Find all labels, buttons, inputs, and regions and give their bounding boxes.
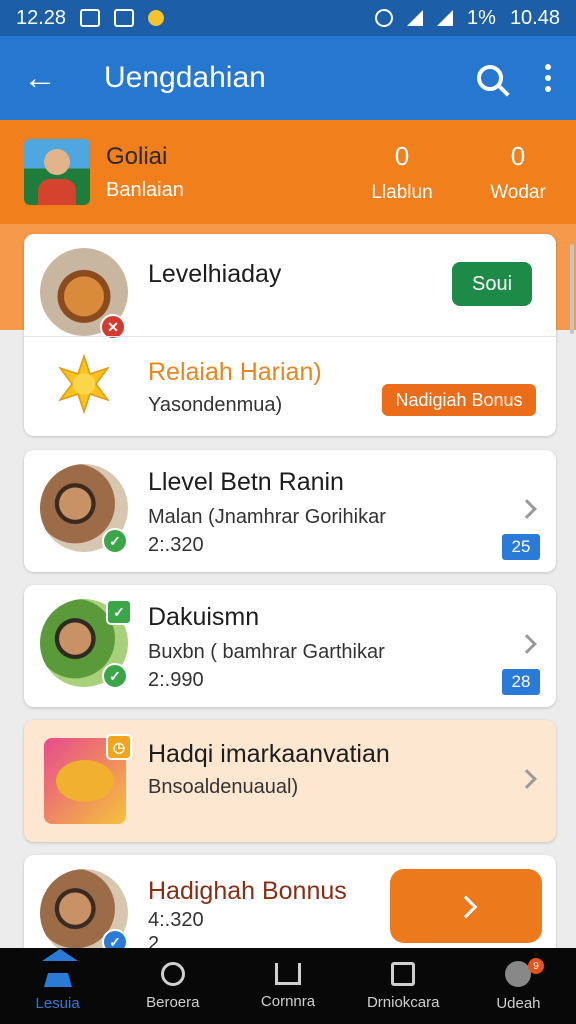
stat-label: Wodar (490, 181, 546, 203)
back-button[interactable]: ← (0, 36, 80, 120)
status-left: 12.28 (16, 6, 165, 30)
profile-header: Goliai Banlaian 0 Llablun 0 Wodar (0, 120, 576, 224)
stat-value: 0 (510, 140, 526, 171)
image-icon (114, 9, 135, 27)
battery-level: 1% (467, 6, 496, 29)
nav-item-home[interactable]: Lesuia (0, 948, 115, 1024)
sun-icon (57, 354, 111, 414)
stat-value: 0 (394, 140, 410, 171)
check-icon: ✓ (102, 528, 128, 554)
avatar[interactable] (24, 139, 90, 205)
chevron-right-icon (517, 634, 537, 654)
alarm-icon (375, 9, 394, 27)
box-icon (391, 961, 416, 986)
house-icon (275, 962, 301, 985)
leaf-icon: ✓ (106, 599, 132, 625)
more-options-button[interactable] (520, 36, 576, 120)
nav-label: Lesuia (35, 994, 80, 1012)
level-title: Llevel Betn Ranin (148, 468, 344, 496)
search-icon (160, 961, 185, 986)
nav-item-box[interactable]: Drniokcara (346, 948, 461, 1024)
status-right: 1% 10.48 (375, 7, 560, 30)
arrow-back-icon: ← (23, 58, 57, 97)
bonus-go-button[interactable] (390, 869, 542, 943)
level-card[interactable]: ✓ Llevel Betn Ranin Malan (Jnamhrar Gori… (24, 450, 556, 572)
page-title: Uengdahian (104, 61, 266, 94)
clock-icon: ◷ (106, 734, 132, 760)
stat-llablun[interactable]: 0 Llablun (344, 141, 460, 204)
daily-title: Levelhiaday (148, 260, 282, 288)
task-subtitle: Buxbn ( bamhrar Garthikar (148, 641, 385, 663)
search-button[interactable] (460, 36, 520, 120)
scrollbar[interactable] (570, 244, 574, 334)
chevron-right-icon (517, 769, 537, 789)
bonus-button[interactable]: Nadigiah Bonus (382, 384, 536, 416)
app-bar: ← Uengdahian (0, 36, 576, 120)
nav-item-house[interactable]: Cornnra (230, 948, 345, 1024)
reward-subtitle: Yasondenmua) (148, 394, 283, 416)
coin-icon (148, 10, 165, 26)
count-badge: 25 (502, 534, 540, 560)
bonus-title: Hadighah Bonnus (148, 877, 347, 905)
signal-icon (437, 10, 454, 26)
count-badge: 28 (502, 669, 540, 695)
status-time-right: 10.48 (509, 6, 560, 29)
task-points: 2:.990 (148, 669, 204, 691)
nav-label: Beroera (146, 993, 200, 1011)
nav-label: Drniokcara (366, 993, 440, 1011)
user-name: Goliai (106, 142, 168, 170)
bonus-points: 4:.320 (148, 909, 204, 931)
snack-title: Hadqi imarkaanvatian (148, 740, 390, 768)
task-title: Dakuismn (148, 603, 260, 631)
notification-badge: 9 (528, 958, 545, 974)
notification-icon (80, 9, 101, 27)
level-subtitle: Malan (Jnamhrar Gorihikar (148, 506, 386, 528)
stat-label: Llablun (371, 181, 433, 203)
stat-wodar[interactable]: 0 Wodar (460, 141, 576, 204)
level-points: 2:.320 (148, 534, 204, 556)
daily-action-button[interactable]: Soui (452, 262, 532, 306)
user-info: Goliai Banlaian (106, 143, 344, 202)
snack-card[interactable]: ◷ Hadqi imarkaanvatian Bnsoaldenuaual) (24, 720, 556, 842)
status-time-left: 12.28 (16, 6, 67, 29)
check-icon: ✓ (102, 663, 128, 689)
reward-title: Relaiah Harian) (148, 358, 322, 386)
divider (24, 336, 556, 337)
daily-card: ✕ Levelhiaday Soui Relaiah Harian) Yason… (24, 234, 556, 436)
nav-label: Cornnra (260, 992, 316, 1010)
more-vert-icon (545, 64, 551, 70)
status-bar: 12.28 1% 10.48 (0, 0, 576, 36)
home-icon (41, 948, 78, 987)
nav-item-search[interactable]: Beroera (115, 948, 230, 1024)
task-card[interactable]: ✓ ✓ Dakuismn Buxbn ( bamhrar Garthikar 2… (24, 585, 556, 707)
chevron-right-icon (454, 895, 478, 919)
search-icon (477, 65, 503, 91)
wifi-icon (407, 10, 424, 26)
bottom-nav: Lesuia Beroera Cornnra Drniokcara 9 Udea… (0, 948, 576, 1024)
snack-subtitle: Bnsoaldenuaual) (148, 776, 299, 798)
nav-label: Udeah (496, 994, 541, 1012)
nav-item-profile[interactable]: 9 Udeah (461, 948, 576, 1024)
user-subtitle: Banlaian (106, 178, 184, 201)
chevron-right-icon (517, 499, 537, 519)
